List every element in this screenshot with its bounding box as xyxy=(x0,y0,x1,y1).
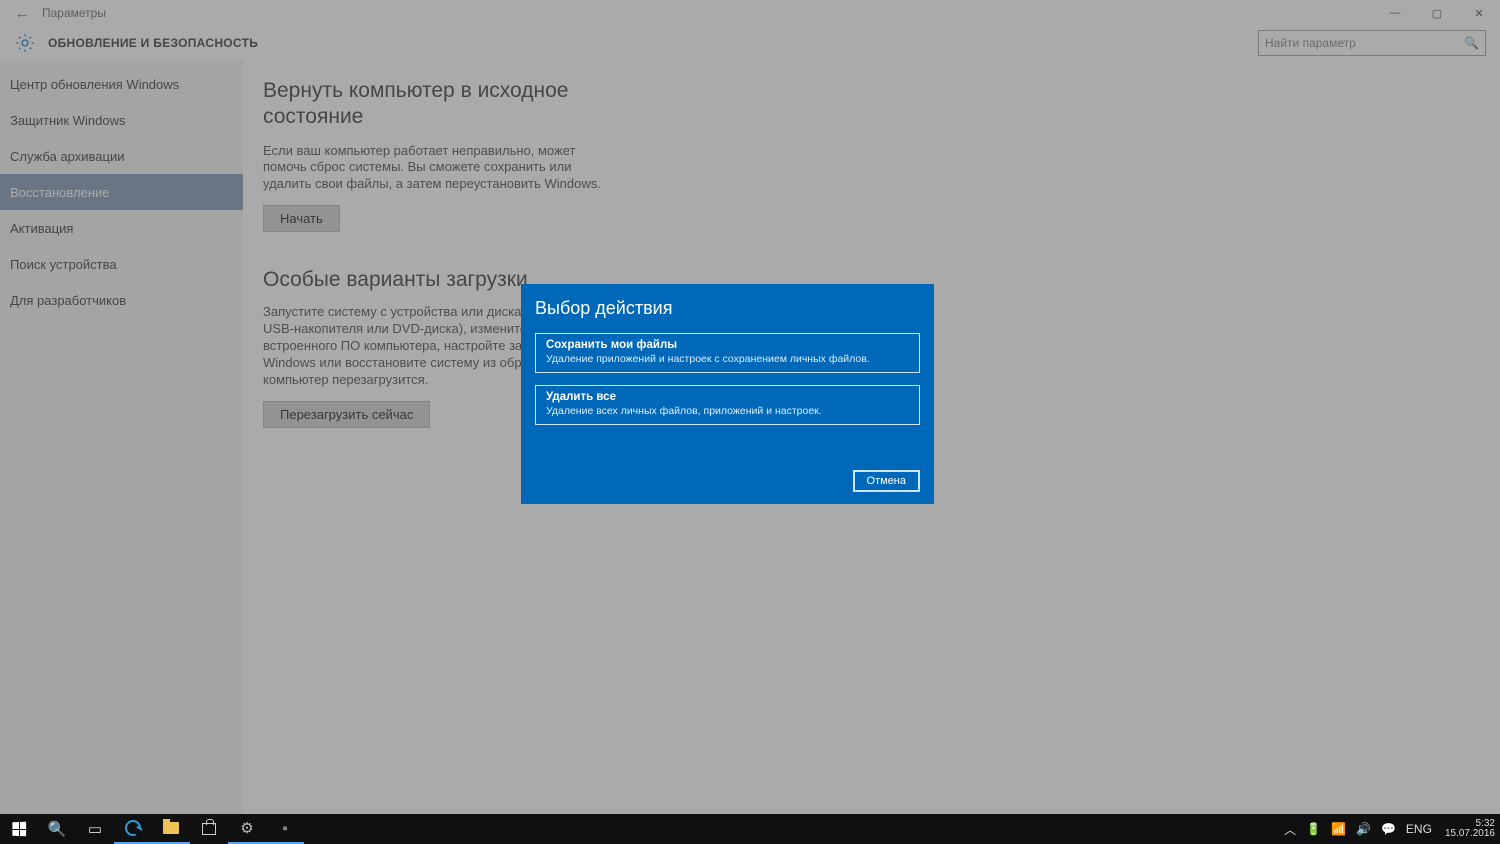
choose-action-dialog: Выбор действия Сохранить мои файлы Удале… xyxy=(521,284,934,504)
taskbar-search-icon[interactable]: 🔍 xyxy=(38,814,76,844)
cancel-button[interactable]: Отмена xyxy=(853,470,920,492)
taskbar-app[interactable]: ▪ xyxy=(266,814,304,844)
option-remove-everything-desc: Удаление всех личных файлов, приложений … xyxy=(546,405,909,418)
tray-date: 15.07.2016 xyxy=(1445,829,1495,840)
tray-clock[interactable]: 5:32 15.07.2016 xyxy=(1437,819,1500,840)
option-keep-files-desc: Удаление приложений и настроек с сохране… xyxy=(546,353,909,366)
option-remove-everything[interactable]: Удалить все Удаление всех личных файлов,… xyxy=(535,385,920,425)
dialog-title: Выбор действия xyxy=(535,298,920,319)
tray-notifications-icon[interactable]: 💬 xyxy=(1376,814,1401,844)
task-view-icon[interactable]: ▭ xyxy=(76,814,114,844)
tray-language[interactable]: ENG xyxy=(1401,814,1437,844)
option-keep-files-title: Сохранить мои файлы xyxy=(546,339,909,353)
tray-chevron-icon[interactable]: ︿ xyxy=(1279,814,1301,844)
taskbar-store[interactable] xyxy=(190,814,228,844)
start-button[interactable] xyxy=(0,814,38,844)
taskbar-settings[interactable]: ⚙ xyxy=(228,814,266,844)
taskbar-explorer[interactable] xyxy=(152,814,190,844)
taskbar-edge[interactable] xyxy=(114,814,152,844)
option-keep-files[interactable]: Сохранить мои файлы Удаление приложений … xyxy=(535,333,920,373)
tray-volume-icon[interactable]: 🔊 xyxy=(1351,814,1376,844)
system-tray: ︿ 🔋 📶 🔊 💬 ENG 5:32 15.07.2016 xyxy=(1279,814,1500,844)
tray-wifi-icon[interactable]: 📶 xyxy=(1326,814,1351,844)
taskbar: 🔍 ▭ ⚙ ▪ ︿ 🔋 📶 🔊 💬 ENG 5:32 15.07.2016 xyxy=(0,814,1500,844)
tray-battery-icon[interactable]: 🔋 xyxy=(1301,814,1326,844)
option-remove-everything-title: Удалить все xyxy=(546,391,909,405)
